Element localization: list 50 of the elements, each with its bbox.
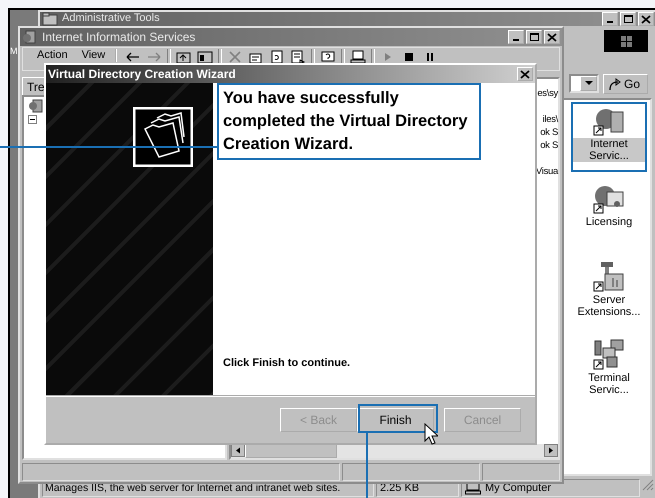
list-item-text: ok S <box>540 127 558 138</box>
shortcut-item[interactable]: Internet Servic... <box>571 102 647 172</box>
desktop-icon-label: M <box>10 46 18 56</box>
list-item-text: ok S <box>540 140 558 151</box>
shortcut-item[interactable]: Licensing <box>571 180 647 258</box>
windows-logo-icon <box>604 30 648 52</box>
instruction-text: Click Finish to continue. <box>223 357 352 369</box>
panel-icon[interactable] <box>197 50 214 64</box>
go-arrow-icon <box>608 77 622 91</box>
computers-icon <box>593 338 625 370</box>
list-item-text: Visua <box>536 166 558 177</box>
forward-arrow-icon[interactable] <box>146 50 162 64</box>
shortcut-item[interactable]: Server Extensions... <box>571 258 647 336</box>
list-item-text: es\sy <box>537 88 558 99</box>
server-icon <box>22 30 38 44</box>
folders-icon <box>133 107 193 167</box>
computer-icon[interactable] <box>350 50 366 64</box>
address-field[interactable] <box>569 74 599 93</box>
menu-item[interactable]: View <box>82 49 106 62</box>
shortcut-item[interactable]: Terminal Servic... <box>571 336 647 414</box>
window-title: Internet Information Services <box>42 30 196 44</box>
window-title: Administrative Tools <box>62 12 161 24</box>
refresh-icon[interactable] <box>269 50 286 64</box>
resize-grip-icon <box>642 479 654 491</box>
leader-line <box>366 433 368 498</box>
go-button[interactable]: Go <box>603 74 648 94</box>
horizontal-scrollbar[interactable] <box>231 444 558 458</box>
dropdown-button[interactable] <box>580 76 597 91</box>
caret-icon <box>584 81 592 86</box>
server-icon <box>28 99 44 113</box>
export-list-icon[interactable] <box>290 50 306 64</box>
close-icon <box>639 13 653 25</box>
back-arrow-icon[interactable] <box>125 50 142 64</box>
close-button[interactable] <box>517 67 533 81</box>
maximize-icon <box>527 31 541 43</box>
minimize-icon <box>513 39 519 41</box>
completion-heading: You have successfully completed the Virtual Directory Creation Wizard. <box>217 83 481 160</box>
delete-icon[interactable] <box>227 50 244 64</box>
close-icon <box>545 31 559 43</box>
scroll-right-icon <box>544 444 558 457</box>
maximize-icon <box>621 13 635 25</box>
close-icon <box>518 68 532 80</box>
minimize-icon <box>607 21 613 23</box>
scroll-thumb[interactable] <box>245 444 337 458</box>
hammer-server-icon <box>593 260 625 292</box>
menu-item[interactable]: Action <box>37 49 68 62</box>
up-folder-icon[interactable] <box>176 50 192 64</box>
help-icon[interactable] <box>320 50 336 64</box>
collapse-icon <box>28 115 37 124</box>
list-item-text: iles\ <box>542 114 558 125</box>
